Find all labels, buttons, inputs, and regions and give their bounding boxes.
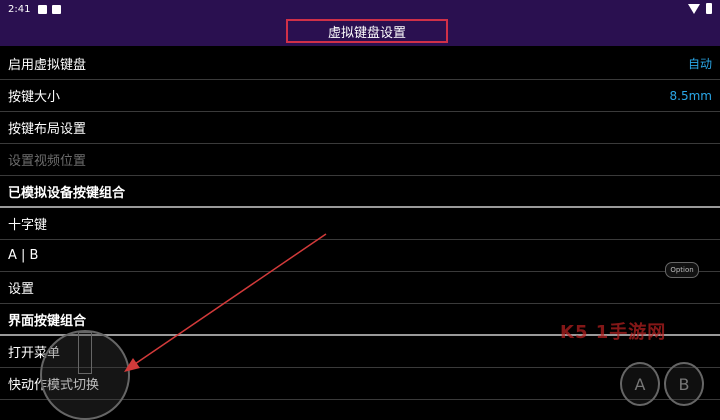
arrow-line (131, 233, 327, 367)
arrow-head (124, 358, 140, 372)
annotation-arrow (124, 233, 327, 372)
